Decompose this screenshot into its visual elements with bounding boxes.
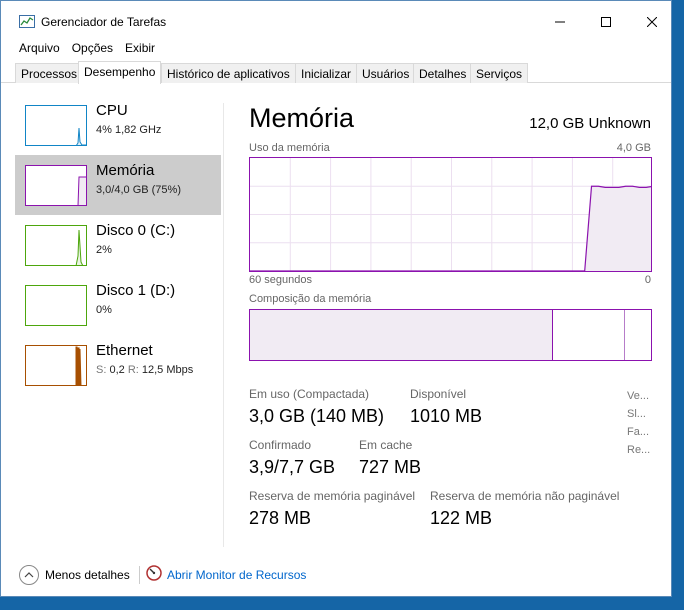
composition-in-use <box>250 310 553 360</box>
resource-list: CPU 4% 1,82 GHz Memória 3,0/4,0 GB (75%)… <box>15 83 221 551</box>
panel-divider[interactable] <box>223 103 224 547</box>
menu-opcoes[interactable]: Opções <box>72 39 113 59</box>
task-manager-window: Gerenciador de Tarefas Arquivo Opções Ex… <box>0 0 672 597</box>
disk1-detail: 0% <box>96 304 112 316</box>
close-button[interactable] <box>629 7 671 37</box>
sidebar-item-memory[interactable]: Memória 3,0/4,0 GB (75%) <box>15 155 221 215</box>
graph-time-left: 60 segundos <box>249 274 312 286</box>
tab-historico[interactable]: Histórico de aplicativos <box>161 63 296 83</box>
memory-label: Memória <box>96 162 155 179</box>
cpu-thumbnail-graph <box>25 105 87 146</box>
close-icon <box>647 17 657 27</box>
fewer-details-label: Menos detalhes <box>45 568 130 582</box>
committed-label: Confirmado <box>249 438 312 452</box>
sidebar-item-disk1[interactable]: Disco 1 (D:) 0% <box>15 275 221 335</box>
minimize-button[interactable] <box>537 7 583 37</box>
sidebar-item-disk0[interactable]: Disco 0 (C:) 2% <box>15 215 221 275</box>
ethernet-receive-value: 12,5 Mbps <box>141 364 194 376</box>
disk1-thumbnail-graph <box>25 285 87 326</box>
disk0-detail: 2% <box>96 244 112 256</box>
ethernet-send-value: 0,2 <box>109 364 125 376</box>
side-stat-speed: Ve... <box>627 390 650 402</box>
nonpaged-pool-value: 122 MB <box>430 508 493 528</box>
cached-value: 727 MB <box>359 457 422 477</box>
cpu-label: CPU <box>96 102 128 119</box>
available-label: Disponível <box>410 387 467 401</box>
side-stat-reserved: Re... <box>627 444 651 456</box>
side-stat-form-factor: Fa... <box>627 426 650 438</box>
ethernet-detail: S: 0,2 R: 12,5 Mbps <box>96 364 193 376</box>
memory-total: 12,0 GB Unknown <box>529 115 651 132</box>
committed-value: 3,9/7,7 GB <box>249 457 336 477</box>
available-value: 1010 MB <box>410 406 483 426</box>
title-bar[interactable]: Gerenciador de Tarefas <box>1 1 671 39</box>
sidebar-item-cpu[interactable]: CPU 4% 1,82 GHz <box>15 95 221 155</box>
disk1-label: Disco 1 (D:) <box>96 282 176 299</box>
paged-pool-label: Reserva de memória paginável <box>249 489 416 503</box>
tab-desempenho[interactable]: Desempenho <box>78 61 162 84</box>
disk0-label: Disco 0 (C:) <box>96 222 176 239</box>
side-stat-slots: Sl... <box>627 408 646 420</box>
in-use-value: 3,0 GB (140 MB) <box>249 406 385 426</box>
page-title: Memória <box>249 103 355 133</box>
cached-label: Em cache <box>359 438 413 452</box>
memory-usage-svg <box>250 158 651 271</box>
window-title: Gerenciador de Tarefas <box>41 15 167 29</box>
ethernet-label: Ethernet <box>96 342 153 359</box>
tab-servicos[interactable]: Serviços <box>470 63 529 83</box>
in-use-label: Em uso (Compactada) <box>249 387 370 401</box>
task-manager-icon <box>19 15 35 29</box>
composition-label: Composição da memória <box>249 293 372 305</box>
chevron-up-icon <box>19 565 39 585</box>
menu-arquivo[interactable]: Arquivo <box>19 39 60 59</box>
composition-standby-divider <box>624 310 625 360</box>
graph-time-right: 0 <box>644 274 651 286</box>
ethernet-thumbnail-graph <box>25 345 87 386</box>
performance-panel: CPU 4% 1,82 GHz Memória 3,0/4,0 GB (75%)… <box>1 83 671 551</box>
tab-bar: Processos Desempenho Histórico de aplica… <box>1 61 671 84</box>
sidebar-item-ethernet[interactable]: Ethernet S: 0,2 R: 12,5 Mbps <box>15 335 221 395</box>
fewer-details-button[interactable]: Menos detalhes <box>19 565 130 585</box>
menu-bar: Arquivo Opções Exibir <box>1 39 155 59</box>
tab-processos[interactable]: Processos <box>15 63 84 83</box>
tab-detalhes[interactable]: Detalhes <box>413 63 473 83</box>
menu-exibir[interactable]: Exibir <box>125 39 155 59</box>
usage-graph-max: 4,0 GB <box>616 142 651 154</box>
footer-divider <box>139 566 140 584</box>
paged-pool-value: 278 MB <box>249 508 312 528</box>
memory-usage-graph <box>249 157 652 272</box>
tab-usuarios[interactable]: Usuários <box>356 63 416 83</box>
resource-monitor-icon <box>146 565 162 584</box>
disk0-thumbnail-graph <box>25 225 87 266</box>
memory-thumbnail-graph <box>25 165 87 206</box>
ethernet-send-prefix: S: <box>96 364 107 376</box>
truncated-side-stats: Ve... Sl... Fa... Re... <box>627 387 650 459</box>
nonpaged-pool-label: Reserva de memória não paginável <box>430 489 620 503</box>
tab-inicializar[interactable]: Inicializar <box>295 63 358 83</box>
maximize-icon <box>601 17 611 27</box>
usage-graph-label: Uso da memória <box>249 142 330 154</box>
memory-detail: 3,0/4,0 GB (75%) <box>96 184 181 196</box>
ethernet-receive-prefix: R: <box>127 364 139 376</box>
resource-monitor-label: Abrir Monitor de Recursos <box>167 567 307 582</box>
cpu-detail: 4% 1,82 GHz <box>96 124 162 136</box>
memory-composition-bar <box>249 309 652 361</box>
maximize-button[interactable] <box>583 7 629 37</box>
memory-details: Memória 12,0 GB Unknown Uso da memória 4… <box>249 83 653 551</box>
resource-monitor-link[interactable]: Abrir Monitor de Recursos <box>146 565 306 584</box>
footer: Menos detalhes Abrir Monitor de Recursos <box>1 557 671 596</box>
minimize-icon <box>555 21 565 23</box>
